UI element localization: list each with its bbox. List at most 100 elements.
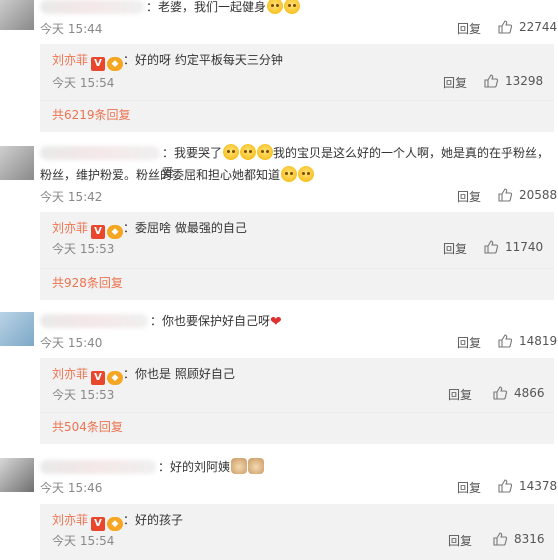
replier-name[interactable]: 刘亦菲 xyxy=(52,221,88,235)
replier-name[interactable]: 刘亦菲 xyxy=(52,513,88,527)
reply-button[interactable]: 回复 xyxy=(443,240,467,257)
like-count: 11740 xyxy=(505,240,544,254)
crying-emoji-icon xyxy=(240,144,257,160)
like-button[interactable]: 22744 xyxy=(497,19,557,35)
thumbs-up-icon xyxy=(497,19,513,35)
thumbs-up-icon xyxy=(492,385,508,401)
reply-button[interactable]: 回复 xyxy=(457,20,481,37)
comment-4: ：好的刘阿姨 今天 15:46 回复 14378 刘亦菲 V ◆ ：好的孩子 今天 1… xyxy=(0,454,558,560)
reply-thread: 刘亦菲 V ◆ ：委屈啥 做最强的自己 今天 15:53 回复 11740 共928条… xyxy=(40,212,554,300)
like-count: 4866 xyxy=(514,386,545,400)
reply-thread: 刘亦菲 V ◆ ：好的孩子 今天 15:54 回复 8316 xyxy=(40,504,554,560)
reply-time: 今天 15:54 xyxy=(52,534,115,548)
comment-1: ：老婆，我们一起健身 今天 15:44 回复 22744 刘亦菲 V ◆ ：好的呀 约… xyxy=(0,0,558,132)
reply-text: ：你也是 照顾好自己 xyxy=(123,367,235,381)
thumbs-up-icon xyxy=(483,73,499,89)
reply-thread: 刘亦菲 V ◆ ：你也是 照顾好自己 今天 15:53 回复 4866 共504条回复 xyxy=(40,358,554,444)
comment-time: 今天 15:46 xyxy=(40,481,103,495)
reply-text: ：好的孩子 xyxy=(123,513,184,527)
like-button[interactable]: 14378 xyxy=(497,478,557,494)
reply-header: 刘亦菲 V ◆ ：好的孩子 xyxy=(52,510,183,531)
cat-face-emoji-icon xyxy=(231,458,248,474)
reply-button[interactable]: 回复 xyxy=(457,188,481,205)
comment-body: ：你也要保护好自己呀 xyxy=(150,314,271,328)
comment-body: ：好的刘阿姨 xyxy=(158,460,231,474)
reply-text: ：好的呀 约定平板每天三分钟 xyxy=(123,53,283,67)
divider xyxy=(40,412,554,413)
commenter-name-blurred[interactable] xyxy=(40,460,156,474)
comment-body: ：老婆，我们一起健身 xyxy=(146,0,267,14)
crying-emoji-icon xyxy=(281,166,298,182)
like-count: 13298 xyxy=(505,74,544,88)
vip-level-badge-icon: ◆ xyxy=(107,371,124,385)
like-button[interactable]: 14819 xyxy=(497,333,557,349)
reply-button[interactable]: 回复 xyxy=(457,334,481,351)
commenter-avatar[interactable] xyxy=(0,0,34,30)
thumbs-up-icon xyxy=(497,333,513,349)
verified-v-badge-icon: V xyxy=(91,371,106,385)
reply-button[interactable]: 回复 xyxy=(448,532,472,549)
reply-header: 刘亦菲 V ◆ ：好的呀 约定平板每天三分钟 xyxy=(52,50,283,71)
reply-button[interactable]: 回复 xyxy=(448,386,472,403)
comment-body: ：我要哭了 xyxy=(162,146,223,160)
like-count: 22744 xyxy=(519,20,558,34)
divider xyxy=(40,268,554,269)
comment-text: ：好的刘阿姨 xyxy=(158,457,548,477)
commenter-avatar[interactable] xyxy=(0,146,34,180)
comment-time: 今天 15:44 xyxy=(40,22,103,36)
thumbs-up-icon xyxy=(497,187,513,203)
reply-thread: 刘亦菲 V ◆ ：好的呀 约定平板每天三分钟 今天 15:54 回复 13298 共6… xyxy=(40,44,554,132)
red-heart-icon: ❤ xyxy=(270,314,282,330)
commenter-avatar[interactable] xyxy=(0,312,34,346)
reply-time: 今天 15:53 xyxy=(52,388,115,402)
like-button[interactable]: 4866 xyxy=(492,385,545,401)
replier-name[interactable]: 刘亦菲 xyxy=(52,367,88,381)
reply-time: 今天 15:54 xyxy=(52,76,115,90)
comment-text: ：你也要保护好自己呀❤ xyxy=(150,311,548,332)
thumbs-up-icon xyxy=(483,239,499,255)
crying-emoji-icon xyxy=(298,166,315,182)
like-button[interactable]: 11740 xyxy=(483,239,543,255)
vip-level-badge-icon: ◆ xyxy=(107,517,124,531)
vip-level-badge-icon: ◆ xyxy=(107,57,124,71)
comment-body-line2: 粉丝，维护粉爱。粉丝的委屈和担心她都知道 xyxy=(40,168,281,182)
like-count: 14378 xyxy=(519,479,558,493)
crying-emoji-icon xyxy=(267,0,284,14)
more-replies-link[interactable]: 共504条回复 xyxy=(52,418,123,435)
like-count: 8316 xyxy=(514,532,545,546)
crying-emoji-icon xyxy=(257,144,274,160)
crying-emoji-icon xyxy=(223,144,240,160)
vip-level-badge-icon: ◆ xyxy=(107,225,124,239)
comment-time: 今天 15:42 xyxy=(40,190,103,204)
more-replies-link[interactable]: 共928条回复 xyxy=(52,274,123,291)
like-button[interactable]: 8316 xyxy=(492,531,545,547)
commenter-avatar[interactable] xyxy=(0,458,34,492)
reply-header: 刘亦菲 V ◆ ：委屈啥 做最强的自己 xyxy=(52,218,247,239)
like-count: 14819 xyxy=(519,334,558,348)
commenter-name-blurred[interactable] xyxy=(40,0,144,14)
reply-text: ：委屈啥 做最强的自己 xyxy=(123,221,247,235)
reply-time: 今天 15:53 xyxy=(52,242,115,256)
like-count: 20588 xyxy=(519,188,558,202)
reply-button[interactable]: 回复 xyxy=(443,74,467,91)
verified-v-badge-icon: V xyxy=(91,225,106,239)
divider xyxy=(40,100,554,101)
like-button[interactable]: 20588 xyxy=(497,187,557,203)
like-button[interactable]: 13298 xyxy=(483,73,543,89)
commenter-name-blurred[interactable] xyxy=(40,314,148,328)
verified-v-badge-icon: V xyxy=(91,517,106,531)
crying-emoji-icon xyxy=(284,0,301,14)
comment-time: 今天 15:40 xyxy=(40,336,103,350)
commenter-name-blurred[interactable] xyxy=(40,146,160,160)
cat-face-emoji-icon xyxy=(248,458,265,474)
comment-text-line2: 粉丝，维护粉爱。粉丝的委屈和担心她都知道 xyxy=(40,165,548,185)
replier-name[interactable]: 刘亦菲 xyxy=(52,53,88,67)
comment-3: ：你也要保护好自己呀❤ 今天 15:40 回复 14819 刘亦菲 V ◆ ：你也是 … xyxy=(0,310,558,444)
more-replies-link[interactable]: 共6219条回复 xyxy=(52,106,131,123)
reply-header: 刘亦菲 V ◆ ：你也是 照顾好自己 xyxy=(52,364,235,385)
comment-2: ：我要哭了 我的宝贝是这么好的一个人啊，她是真的在乎粉丝，爱 粉丝，维护粉爱。粉丝… xyxy=(0,140,558,300)
reply-button[interactable]: 回复 xyxy=(457,479,481,496)
thumbs-up-icon xyxy=(497,478,513,494)
thumbs-up-icon xyxy=(492,531,508,547)
verified-v-badge-icon: V xyxy=(91,57,106,71)
